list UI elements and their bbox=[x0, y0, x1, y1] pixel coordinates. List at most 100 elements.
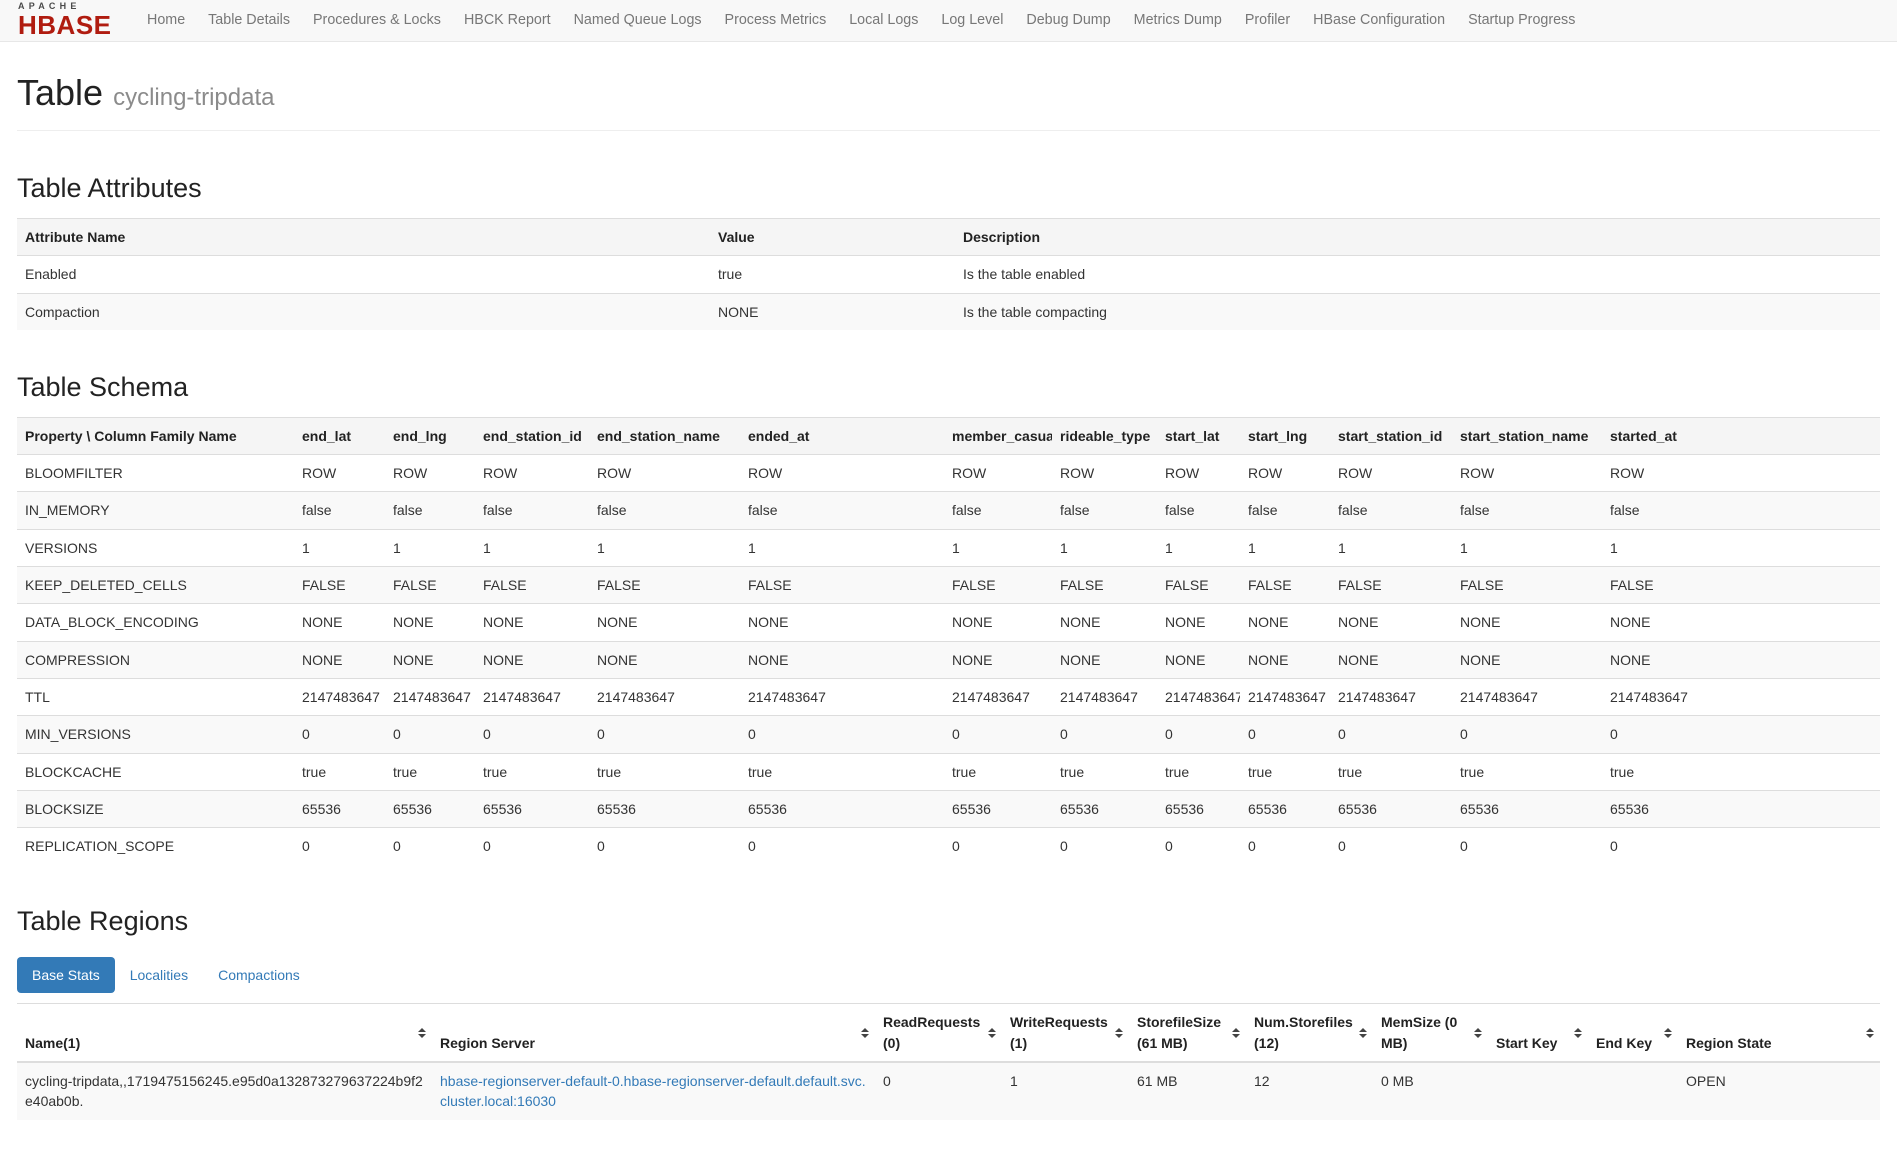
nav-item-home[interactable]: Home bbox=[136, 0, 197, 41]
regions-column-header-region-server[interactable]: Region Server bbox=[432, 1004, 875, 1062]
schema-cell: true bbox=[1240, 753, 1330, 790]
table-row: COMPRESSIONNONENONENONENONENONENONENONEN… bbox=[17, 641, 1880, 678]
schema-cell: true bbox=[1157, 753, 1240, 790]
sort-icon[interactable] bbox=[988, 1028, 996, 1038]
schema-property: BLOOMFILTER bbox=[17, 455, 294, 492]
tab-base-stats[interactable]: Base Stats bbox=[17, 957, 115, 993]
sort-icon[interactable] bbox=[418, 1028, 426, 1038]
schema-cell: ROW bbox=[1052, 455, 1157, 492]
region-mem-size: 0 MB bbox=[1373, 1062, 1488, 1120]
tab-compactions[interactable]: Compactions bbox=[203, 957, 315, 993]
regions-column-header-end-key[interactable]: End Key bbox=[1588, 1004, 1678, 1062]
schema-cell: NONE bbox=[1052, 641, 1157, 678]
region-row: cycling-tripdata,,1719475156245.e95d0a13… bbox=[17, 1062, 1880, 1120]
schema-cell: ROW bbox=[385, 455, 475, 492]
table-row: EnabledtrueIs the table enabled bbox=[17, 256, 1880, 293]
schema-cell: 0 bbox=[944, 828, 1052, 865]
nav-item-metrics-dump[interactable]: Metrics Dump bbox=[1122, 0, 1233, 41]
schema-cell: 65536 bbox=[589, 790, 740, 827]
hbase-logo[interactable]: APACHE HBASE bbox=[8, 1, 122, 40]
nav-item-named-queue-logs[interactable]: Named Queue Logs bbox=[562, 0, 713, 41]
schema-cell: FALSE bbox=[1157, 567, 1240, 604]
schema-cell: 2147483647 bbox=[740, 678, 944, 715]
nav-item-process-metrics[interactable]: Process Metrics bbox=[713, 0, 838, 41]
nav-item-procedures-locks[interactable]: Procedures & Locks bbox=[302, 0, 453, 41]
schema-header-row: Property \ Column Family Nameend_latend_… bbox=[17, 417, 1880, 454]
schema-cell: 0 bbox=[1452, 828, 1602, 865]
schema-cell: 65536 bbox=[1602, 790, 1880, 827]
schema-cell: 1 bbox=[1157, 529, 1240, 566]
page-title: Tablecycling-tripdata bbox=[17, 72, 1880, 114]
regions-tabs: Base StatsLocalitiesCompactions bbox=[17, 957, 1880, 993]
regions-column-header-name-1[interactable]: Name(1) bbox=[17, 1004, 432, 1062]
schema-cell: ROW bbox=[740, 455, 944, 492]
schema-cell: 2147483647 bbox=[1330, 678, 1452, 715]
schema-cell: ROW bbox=[944, 455, 1052, 492]
table-attributes: Attribute NameValueDescription Enabledtr… bbox=[17, 218, 1880, 330]
region-server-cell: hbase-regionserver-default-0.hbase-regio… bbox=[432, 1062, 875, 1120]
region-storefile-size: 61 MB bbox=[1129, 1062, 1246, 1120]
schema-cell: 0 bbox=[385, 828, 475, 865]
schema-cell: 1 bbox=[1602, 529, 1880, 566]
regions-column-header-region-state[interactable]: Region State bbox=[1678, 1004, 1880, 1062]
schema-cell: 0 bbox=[294, 828, 385, 865]
nav-item-hbck-report[interactable]: HBCK Report bbox=[452, 0, 562, 41]
column-header-rideable-type: rideable_type bbox=[1052, 417, 1157, 454]
nav-item-startup-progress[interactable]: Startup Progress bbox=[1457, 0, 1587, 41]
schema-cell: 2147483647 bbox=[1240, 678, 1330, 715]
regions-column-header-num-storefiles-12[interactable]: Num.Storefiles (12) bbox=[1246, 1004, 1373, 1062]
nav-item-table-details[interactable]: Table Details bbox=[197, 0, 302, 41]
nav-item-profiler[interactable]: Profiler bbox=[1233, 0, 1301, 41]
regions-column-label: Region State bbox=[1686, 1035, 1772, 1051]
regions-column-header-readrequests-0[interactable]: ReadRequests (0) bbox=[875, 1004, 1002, 1062]
schema-cell: false bbox=[475, 492, 589, 529]
schema-property: DATA_BLOCK_ENCODING bbox=[17, 604, 294, 641]
region-end-key bbox=[1588, 1062, 1678, 1120]
nav-item-log-level[interactable]: Log Level bbox=[930, 0, 1015, 41]
sort-icon[interactable] bbox=[1232, 1028, 1240, 1038]
schema-cell: true bbox=[1052, 753, 1157, 790]
regions-column-header-storefilesize-61-mb[interactable]: StorefileSize (61 MB) bbox=[1129, 1004, 1246, 1062]
sort-icon[interactable] bbox=[861, 1028, 869, 1038]
regions-column-label: MemSize (0 MB) bbox=[1381, 1014, 1457, 1050]
column-header-description: Description bbox=[955, 219, 1880, 256]
schema-cell: FALSE bbox=[294, 567, 385, 604]
tab-localities[interactable]: Localities bbox=[115, 957, 203, 993]
regions-column-header-writerequests-1[interactable]: WriteRequests (1) bbox=[1002, 1004, 1129, 1062]
schema-cell: true bbox=[1452, 753, 1602, 790]
schema-cell: NONE bbox=[740, 641, 944, 678]
schema-cell: 1 bbox=[1052, 529, 1157, 566]
region-server-link[interactable]: hbase-regionserver-default-0.hbase-regio… bbox=[440, 1073, 866, 1109]
nav-item-debug-dump[interactable]: Debug Dump bbox=[1015, 0, 1122, 41]
logo-hbase-text: HBASE bbox=[18, 12, 112, 38]
attribute-value: true bbox=[710, 256, 955, 293]
schema-property: REPLICATION_SCOPE bbox=[17, 828, 294, 865]
regions-column-header-memsize-0-mb[interactable]: MemSize (0 MB) bbox=[1373, 1004, 1488, 1062]
sort-icon[interactable] bbox=[1866, 1028, 1874, 1038]
schema-cell: 0 bbox=[740, 716, 944, 753]
nav-item-local-logs[interactable]: Local Logs bbox=[838, 0, 930, 41]
schema-property: BLOCKSIZE bbox=[17, 790, 294, 827]
sort-icon[interactable] bbox=[1474, 1028, 1482, 1038]
sort-icon[interactable] bbox=[1359, 1028, 1367, 1038]
attribute-name: Enabled bbox=[17, 256, 710, 293]
sort-icon[interactable] bbox=[1574, 1028, 1582, 1038]
attributes-body: EnabledtrueIs the table enabledCompactio… bbox=[17, 256, 1880, 330]
nav-item-hbase-configuration[interactable]: HBase Configuration bbox=[1302, 0, 1457, 41]
regions-column-label: End Key bbox=[1596, 1035, 1652, 1051]
schema-cell: 65536 bbox=[294, 790, 385, 827]
schema-cell: false bbox=[1602, 492, 1880, 529]
schema-cell: 65536 bbox=[1157, 790, 1240, 827]
sort-icon[interactable] bbox=[1664, 1028, 1672, 1038]
table-name: cycling-tripdata bbox=[113, 84, 274, 111]
schema-cell: NONE bbox=[294, 604, 385, 641]
schema-cell: ROW bbox=[294, 455, 385, 492]
schema-cell: FALSE bbox=[1452, 567, 1602, 604]
schema-cell: 1 bbox=[385, 529, 475, 566]
nav-menu: HomeTable DetailsProcedures & LocksHBCK … bbox=[122, 0, 1587, 41]
schema-cell: 0 bbox=[589, 828, 740, 865]
regions-column-header-start-key[interactable]: Start Key bbox=[1488, 1004, 1588, 1062]
schema-cell: false bbox=[1052, 492, 1157, 529]
sort-icon[interactable] bbox=[1115, 1028, 1123, 1038]
schema-cell: NONE bbox=[475, 604, 589, 641]
